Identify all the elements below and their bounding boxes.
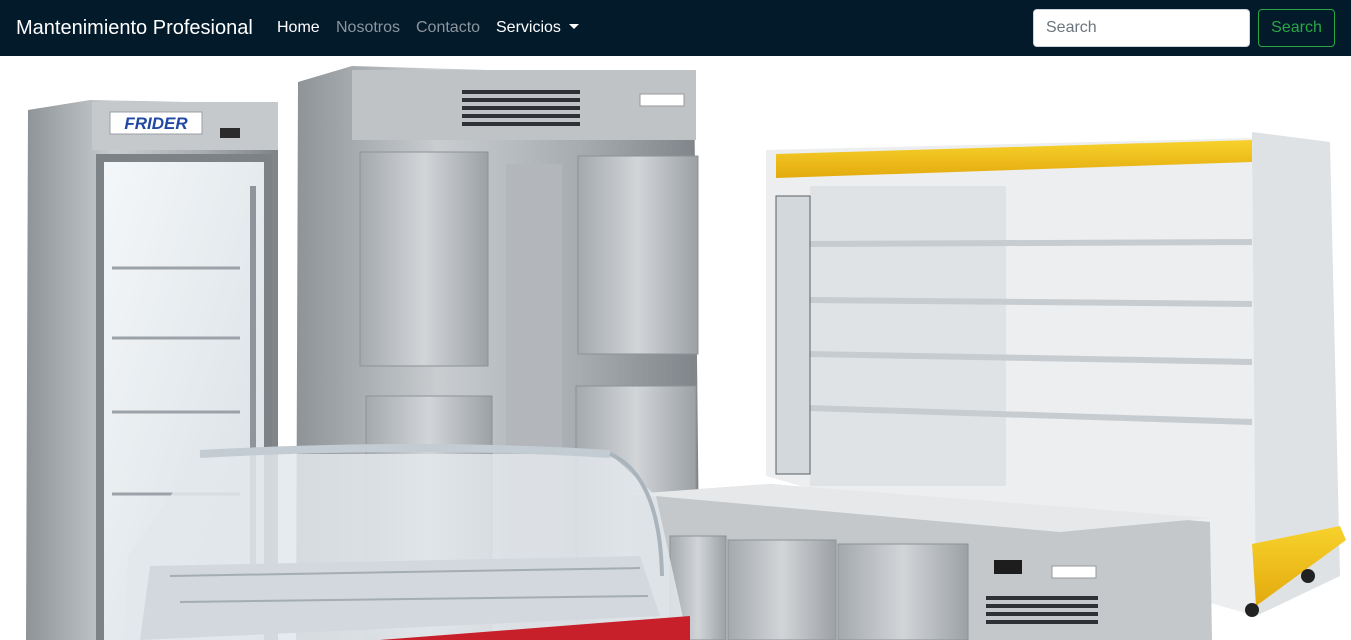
curved-glass-deli-display <box>124 444 690 640</box>
brand-logo-frider: FRIDER <box>124 114 188 133</box>
navbar-brand[interactable]: Mantenimiento Profesional <box>16 15 253 41</box>
search-input[interactable] <box>1033 9 1250 47</box>
nav-link-contacto[interactable]: Contacto <box>416 18 480 38</box>
nav-link-home[interactable]: Home <box>277 18 320 38</box>
nav-dropdown-servicios[interactable]: Servicios <box>496 18 579 38</box>
navbar: Mantenimiento Profesional Home Nosotros … <box>0 0 1351 56</box>
refrigeration-equipment-illustration: FRIDER <box>26 66 1346 640</box>
search-button[interactable]: Search <box>1258 9 1335 47</box>
caret-down-icon <box>568 24 579 29</box>
nav-link-nosotros[interactable]: Nosotros <box>336 18 400 38</box>
nav-dropdown-label: Servicios <box>496 19 561 36</box>
hero-image: FRIDER <box>0 56 1351 640</box>
